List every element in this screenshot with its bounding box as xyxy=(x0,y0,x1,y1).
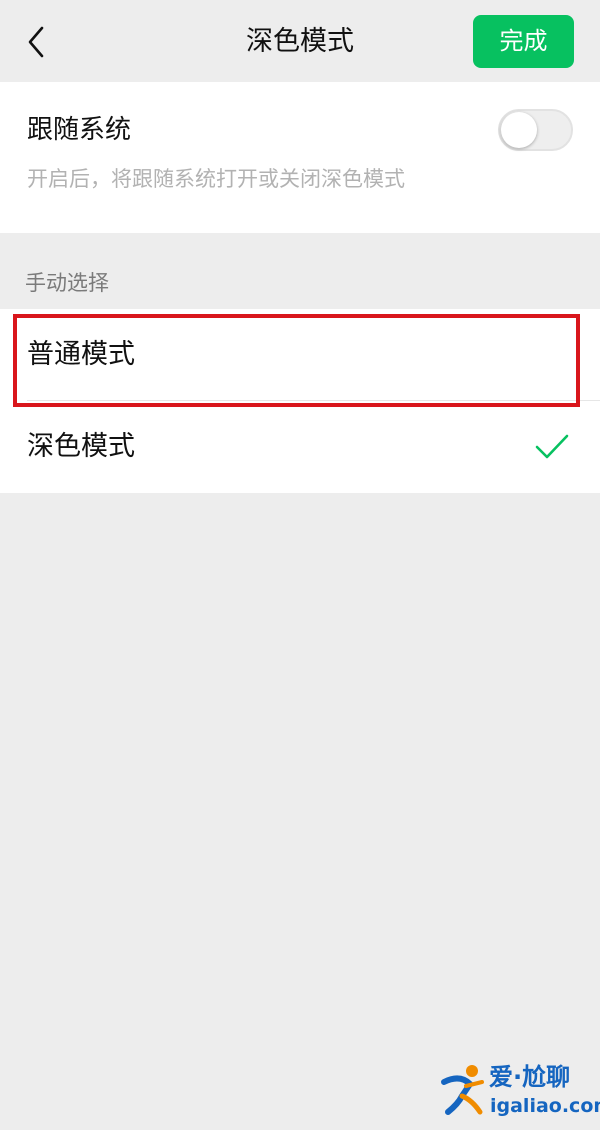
checkmark-icon xyxy=(535,434,569,459)
follow-system-toggle[interactable] xyxy=(498,109,573,151)
navigation-bar: 深色模式 完成 xyxy=(0,0,600,82)
option-label: 深色模式 xyxy=(27,431,135,462)
watermark-title: 爱·尬聊 xyxy=(489,1063,571,1091)
option-dark-mode[interactable]: 深色模式 xyxy=(0,401,600,493)
toggle-knob xyxy=(501,112,537,148)
option-normal-mode[interactable]: 普通模式 xyxy=(0,309,600,401)
mode-option-list: 普通模式 深色模式 xyxy=(0,309,600,493)
manual-select-section-label: 手动选择 xyxy=(25,271,109,295)
watermark: 爱·尬聊 igaliao.com xyxy=(436,1060,600,1122)
watermark-url: igaliao.com xyxy=(490,1095,600,1117)
follow-system-description: 开启后，将跟随系统打开或关闭深色模式 xyxy=(27,167,405,191)
running-figure-logo-icon xyxy=(441,1065,484,1115)
option-label: 普通模式 xyxy=(27,339,135,370)
follow-system-card: 跟随系统 开启后，将跟随系统打开或关闭深色模式 xyxy=(0,82,600,233)
follow-system-title: 跟随系统 xyxy=(27,115,132,145)
done-button[interactable]: 完成 xyxy=(473,15,574,68)
